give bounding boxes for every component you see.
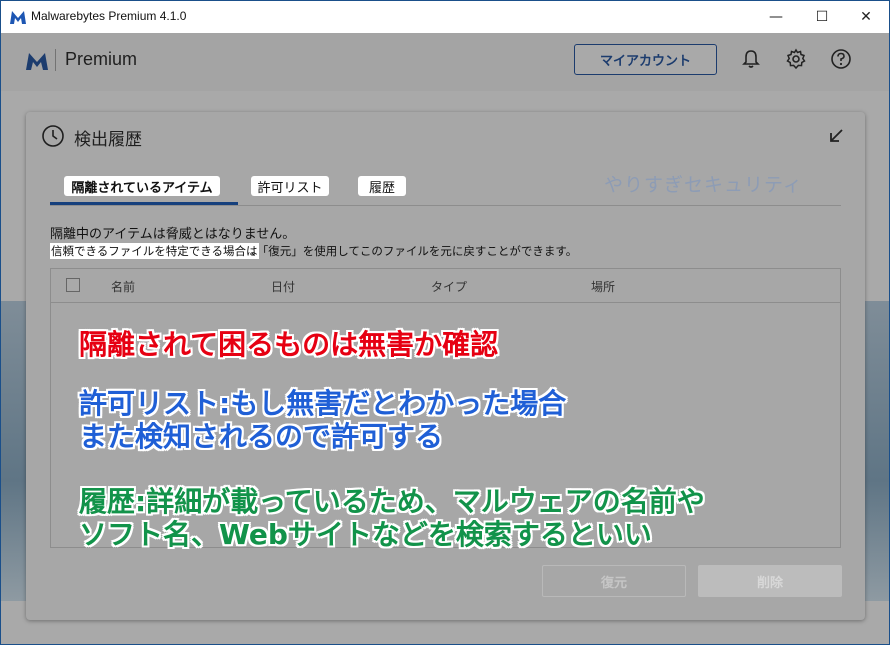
annotation-history-1: 履歴:詳細が載っているため、マルウェアの名前や (79, 485, 706, 519)
brand-name: Premium (65, 49, 138, 69)
minimize-icon: — (769, 9, 783, 25)
brand-logo-icon (26, 53, 48, 70)
app-window: Malwarebytes Premium 4.1.0 — ☐ ✕ Premium… (0, 0, 890, 645)
column-name[interactable]: 名前 (111, 278, 135, 295)
annotation-allow-list-1: 許可リスト:もし無害だとわかった場合 (78, 387, 567, 421)
gear-icon[interactable] (785, 48, 807, 70)
column-type[interactable]: タイプ (431, 278, 467, 295)
title-bar: Malwarebytes Premium 4.1.0 — ☐ ✕ (1, 1, 889, 33)
collapse-arrow-icon[interactable] (826, 126, 846, 146)
logo-divider (55, 49, 56, 71)
tab-allow-list[interactable]: 許可リスト (251, 176, 329, 196)
maximize-button[interactable]: ☐ (799, 1, 845, 33)
site-watermark: やりすぎセキュリティ (604, 174, 803, 196)
minimize-button[interactable]: — (753, 1, 799, 33)
panel-title: 検出履歴 (74, 130, 142, 150)
clock-history-icon (42, 125, 64, 147)
table-header: 名前 日付 タイプ 場所 (51, 269, 840, 303)
my-account-button[interactable]: マイアカウント (574, 44, 717, 75)
restore-info-text: 、「復元」を使用してこのファイルを元に戻すことができます。 (251, 244, 578, 258)
app-header: Premium マイアカウント (1, 33, 889, 91)
annotation-quarantine: 隔離されて困るものは無害か確認 (78, 328, 499, 362)
column-location[interactable]: 場所 (591, 278, 615, 295)
window-title: Malwarebytes Premium 4.1.0 (31, 9, 187, 23)
quarantine-info-text: 隔離中のアイテムは脅威とはなりません。 (50, 227, 296, 242)
column-date[interactable]: 日付 (271, 278, 295, 295)
annotation-allow-list-2: また検知されるので許可する (78, 420, 444, 454)
select-all-checkbox[interactable] (66, 278, 80, 292)
help-icon[interactable] (830, 48, 852, 70)
close-icon: ✕ (860, 9, 872, 25)
maximize-icon: ☐ (815, 9, 829, 25)
bell-icon[interactable] (740, 48, 762, 70)
tab-quarantine[interactable]: 隔離されているアイテム (64, 176, 220, 196)
restore-info-highlight: 信頼できるファイルを特定できる場合は (50, 243, 259, 259)
delete-button[interactable]: 削除 (698, 565, 842, 597)
tab-divider (50, 205, 841, 206)
restore-button[interactable]: 復元 (542, 565, 686, 597)
tab-history[interactable]: 履歴 (358, 176, 406, 196)
malwarebytes-logo-icon (10, 11, 26, 24)
close-button[interactable]: ✕ (843, 1, 889, 33)
annotation-history-2: ソフト名、Webサイトなどを検索するといい (79, 518, 653, 552)
